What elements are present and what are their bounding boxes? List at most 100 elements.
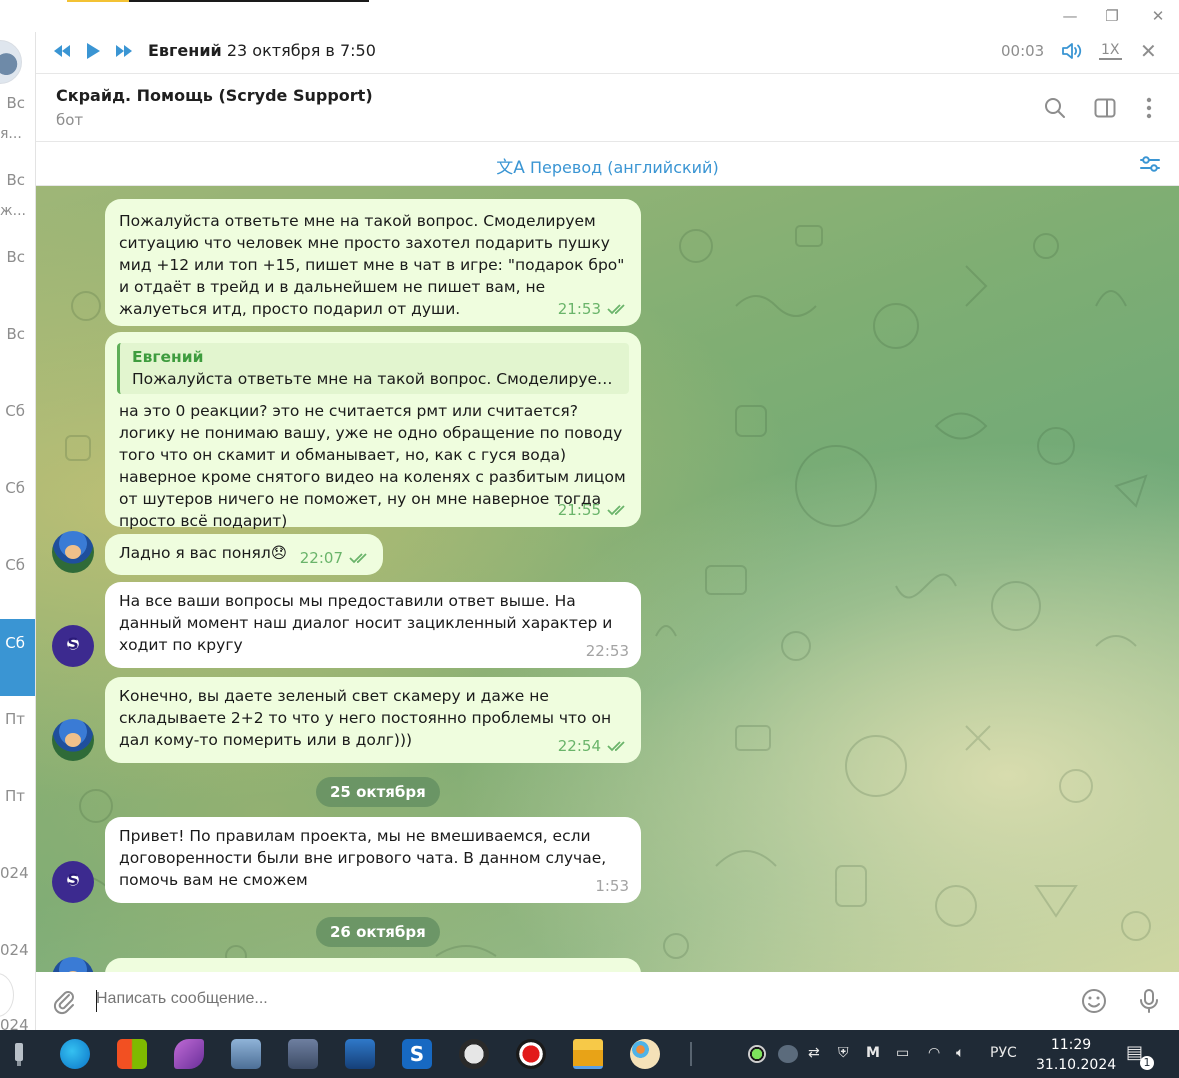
monitor-app-icon[interactable] [231, 1039, 261, 1069]
system-clock[interactable]: 11:29 31.10.2024 [1036, 1035, 1117, 1075]
avatar[interactable] [0, 973, 14, 1017]
edge-icon[interactable] [60, 1039, 90, 1069]
search-icon[interactable] [1043, 96, 1067, 120]
message-meta: 22:07 [300, 547, 371, 569]
chat-list-item-date[interactable]: 024 [0, 864, 35, 882]
chat-list-item-date[interactable]: Сб [0, 556, 35, 574]
tray-cloud-icon[interactable] [778, 1045, 798, 1063]
avatar[interactable] [52, 861, 94, 903]
reply-text: Пожалуйста ответьте мне на такой вопрос.… [132, 370, 619, 388]
translate-bar[interactable]: 文A Перевод (английский) [36, 142, 1179, 186]
reply-quote[interactable]: Евгений Пожалуйста ответьте мне на такой… [117, 343, 629, 394]
restore-button[interactable]: ❐ [1099, 4, 1125, 28]
translate-text: Перевод (английский) [530, 158, 719, 177]
avatar[interactable] [52, 719, 94, 761]
chat-status: бот [56, 111, 84, 129]
feather-app-icon[interactable] [174, 1039, 204, 1069]
chat-list-item-date[interactable]: Сб [0, 479, 35, 497]
battery-icon[interactable]: ▭ [896, 1045, 909, 1061]
message-bubble-outgoing[interactable]: Евгений Пожалуйста ответьте мне на такой… [105, 332, 641, 530]
reply-sender: Евгений [132, 348, 204, 366]
chat-list-item-date[interactable]: Вс [0, 325, 35, 343]
wifi-icon[interactable]: ◠ [928, 1045, 940, 1061]
message-meta: 21:53 [558, 298, 629, 320]
window-app-icon[interactable] [345, 1039, 375, 1069]
chat-list-item-preview: я... [0, 126, 22, 142]
tray-app-icon[interactable]: M [866, 1045, 880, 1061]
message-bubble-outgoing[interactable] [105, 958, 641, 972]
clock-time: 11:29 [1050, 1037, 1092, 1053]
settings-sliders-icon[interactable] [1138, 152, 1162, 176]
avatar[interactable] [0, 40, 22, 84]
message-time: 21:55 [557, 501, 601, 519]
speaker-icon[interactable]: 🔈︎ [956, 1045, 964, 1061]
chat-list-sidebar: Вс я... Вс ж... Вс Вс Сб Сб Сб Сб Пт Пт … [0, 32, 36, 1030]
text-caret [96, 990, 97, 1012]
sidebar-toggle-icon[interactable] [1093, 96, 1117, 120]
tray-sliders-icon[interactable]: ⇄ [808, 1045, 820, 1061]
emoji-icon[interactable] [1080, 987, 1108, 1015]
language-indicator[interactable]: РУС [990, 1045, 1017, 1061]
attach-icon[interactable] [50, 987, 78, 1015]
chat-list-item-active[interactable]: Сб [0, 619, 35, 696]
tray-shield-icon[interactable]: ⛨ [838, 1045, 849, 1061]
clock-date: 31.10.2024 [1036, 1057, 1117, 1073]
usb-icon[interactable] [4, 1039, 34, 1069]
playback-speed-button[interactable]: 1X [1099, 42, 1122, 60]
play-icon[interactable] [84, 41, 102, 61]
record-icon[interactable] [516, 1039, 546, 1069]
store-icon[interactable] [117, 1039, 147, 1069]
scryde-icon[interactable]: S [402, 1039, 432, 1069]
fast-forward-icon[interactable] [114, 41, 134, 61]
message-bubble-outgoing[interactable]: Пожалуйста ответьте мне на такой вопрос.… [105, 199, 641, 326]
message-text: На все ваши вопросы мы предоставили отве… [119, 592, 613, 654]
message-text: Привет! По правилам проекта, мы не вмеши… [119, 827, 607, 889]
message-meta: 22:53 [586, 640, 629, 662]
app-window: — ❐ ✕ Вс я... Вс ж... Вс Вс Сб Сб Сб Сб … [0, 0, 1179, 1078]
player-date: 23 октября в 7:50 [226, 41, 376, 60]
message-bubble-incoming[interactable]: Привет! По правилам проекта, мы не вмеши… [105, 817, 641, 903]
chat-list-item-date: Сб [5, 634, 25, 652]
close-window-button[interactable]: ✕ [1145, 4, 1171, 28]
chat-messages-area[interactable]: Пожалуйста ответьте мне на такой вопрос.… [36, 186, 1179, 972]
chat-list-item-date[interactable]: Вс [0, 248, 35, 266]
translate-icon: 文A [496, 158, 525, 178]
player-sender: Евгений [148, 41, 222, 60]
message-time: 21:53 [557, 300, 601, 318]
player-elapsed: 00:03 [1001, 42, 1045, 60]
player-title[interactable]: Евгений 23 октября в 7:50 [148, 41, 376, 60]
chat-list-item-date[interactable]: Вс [0, 171, 35, 189]
message-bubble-outgoing[interactable]: Ладно я вас понял😞 22:07 [105, 534, 383, 575]
file-explorer-icon[interactable] [573, 1039, 603, 1069]
tray-status-icon[interactable] [748, 1045, 766, 1063]
window-titlebar: — ❐ ✕ [0, 0, 1179, 32]
microphone-icon[interactable] [1135, 987, 1163, 1015]
message-bubble-outgoing[interactable]: Конечно, вы даете зеленый свет скамеру и… [105, 677, 641, 763]
taskbar-separator [690, 1042, 692, 1066]
minimize-button[interactable]: — [1057, 4, 1083, 28]
message-input[interactable] [96, 990, 996, 1008]
message-meta: 1:53 [595, 875, 629, 897]
calculator-icon[interactable] [288, 1039, 318, 1069]
chat-list-item-date[interactable]: Сб [0, 402, 35, 420]
chat-list-item-date[interactable]: Пт [0, 710, 35, 728]
read-checks-icon [349, 553, 367, 564]
message-meta: 21:55 [558, 499, 629, 521]
paint-icon[interactable] [630, 1039, 660, 1069]
chat-list-item-date[interactable]: Вс [0, 94, 35, 112]
message-time: 1:53 [595, 877, 629, 895]
translate-label[interactable]: 文A Перевод (английский) [36, 153, 1179, 178]
close-icon[interactable]: ✕ [1140, 39, 1157, 63]
message-bubble-incoming[interactable]: На все ваши вопросы мы предоставили отве… [105, 582, 641, 668]
avatar[interactable] [52, 531, 94, 573]
server-app-icon[interactable] [459, 1039, 489, 1069]
volume-icon[interactable] [1060, 39, 1084, 63]
chat-header[interactable]: Скрайд. Помощь (Scryde Support) бот [36, 74, 1179, 142]
chat-list-item-date[interactable]: 024 [0, 1016, 35, 1030]
rewind-icon[interactable] [52, 41, 72, 61]
more-vertical-icon[interactable] [1137, 96, 1161, 120]
chat-list-item-date[interactable]: Пт [0, 787, 35, 805]
avatar[interactable] [52, 625, 94, 667]
chat-list-item-date[interactable]: 024 [0, 941, 35, 959]
read-checks-icon [607, 505, 625, 516]
